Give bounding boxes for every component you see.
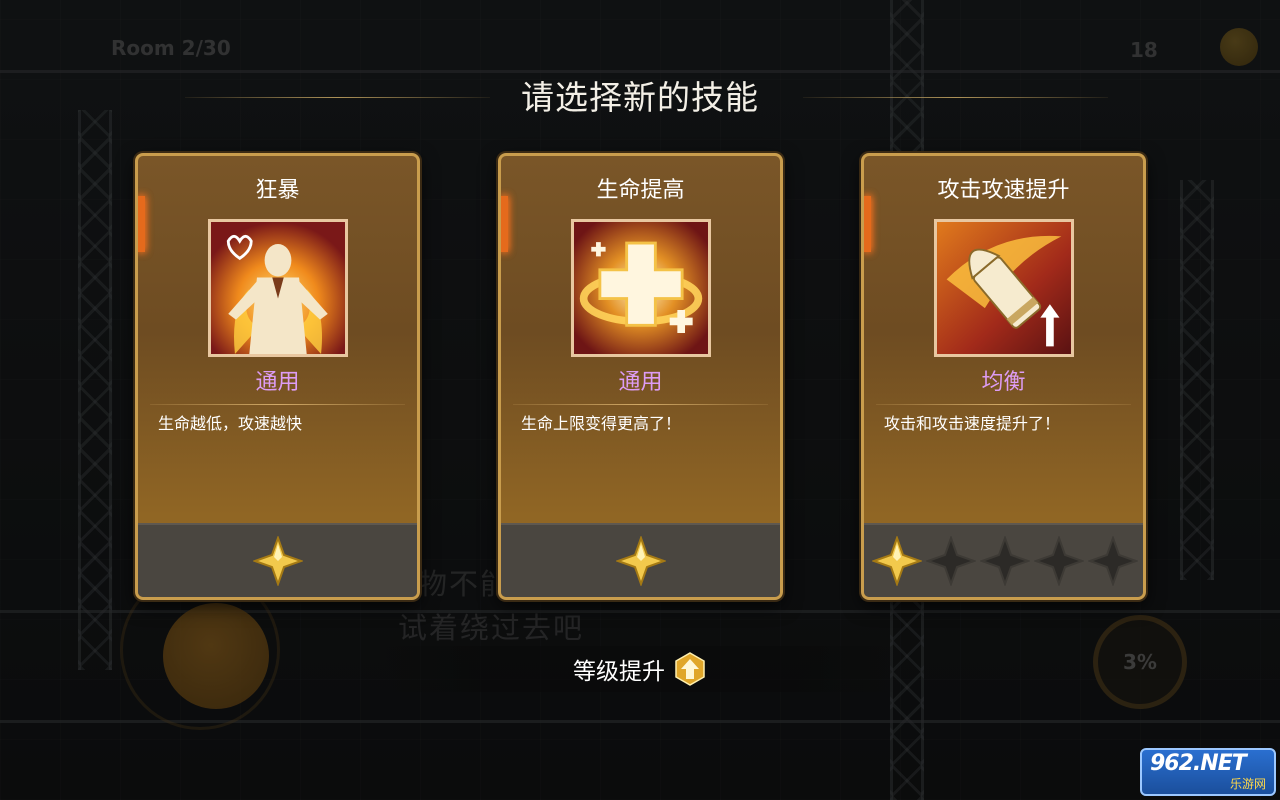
- berserk-icon: [208, 219, 348, 357]
- page-title: 请选择新的技能: [521, 78, 759, 117]
- level-up-banner: 等级提升: [380, 646, 900, 692]
- card-description: 生命上限变得更高了！: [521, 414, 682, 433]
- card-type: 通用: [255, 370, 300, 395]
- card-star-rating: [501, 523, 780, 597]
- bullet-upgrade-icon: [934, 219, 1074, 357]
- level-up-label: 等级提升: [573, 659, 665, 685]
- site-watermark: 962.NET 乐游网: [1140, 748, 1276, 796]
- card-title: 攻击攻速提升: [937, 178, 1070, 203]
- card-type: 通用: [618, 370, 663, 395]
- star-empty-icon: [926, 536, 976, 586]
- star-filled-icon: [615, 536, 666, 586]
- skill-card-health-up[interactable]: 生命提高 通用 生命上限变得更高了！: [498, 153, 783, 600]
- card-description: 生命越低，攻速越快: [158, 414, 303, 433]
- card-description: 攻击和攻击速度提升了！: [884, 414, 1061, 433]
- skill-card-attack-speed-up[interactable]: 攻击攻速提升 均衡 攻击和攻击速度提升了！: [861, 153, 1146, 600]
- star-empty-icon: [1034, 536, 1084, 586]
- watermark-text: 962.NET: [1150, 751, 1247, 776]
- star-filled-icon: [252, 536, 303, 586]
- health-cross-icon: [571, 219, 711, 357]
- card-divider: [876, 404, 1131, 405]
- skill-select-header: 请选择新的技能: [0, 76, 1280, 120]
- star-filled-icon: [872, 536, 922, 586]
- star-empty-icon: [1088, 536, 1138, 586]
- card-star-rating: [864, 523, 1143, 597]
- card-title: 狂暴: [255, 178, 300, 203]
- watermark-sub: 乐游网: [1229, 777, 1266, 791]
- card-title: 生命提高: [596, 178, 685, 203]
- card-star-rating: [138, 523, 417, 597]
- card-divider: [513, 404, 768, 405]
- card-divider: [150, 404, 405, 405]
- star-empty-icon: [980, 536, 1030, 586]
- card-type: 均衡: [981, 370, 1026, 395]
- level-up-arrow-icon: [673, 652, 707, 686]
- skill-card-berserk[interactable]: 狂暴 通用 生命越低，攻速越快: [135, 153, 420, 600]
